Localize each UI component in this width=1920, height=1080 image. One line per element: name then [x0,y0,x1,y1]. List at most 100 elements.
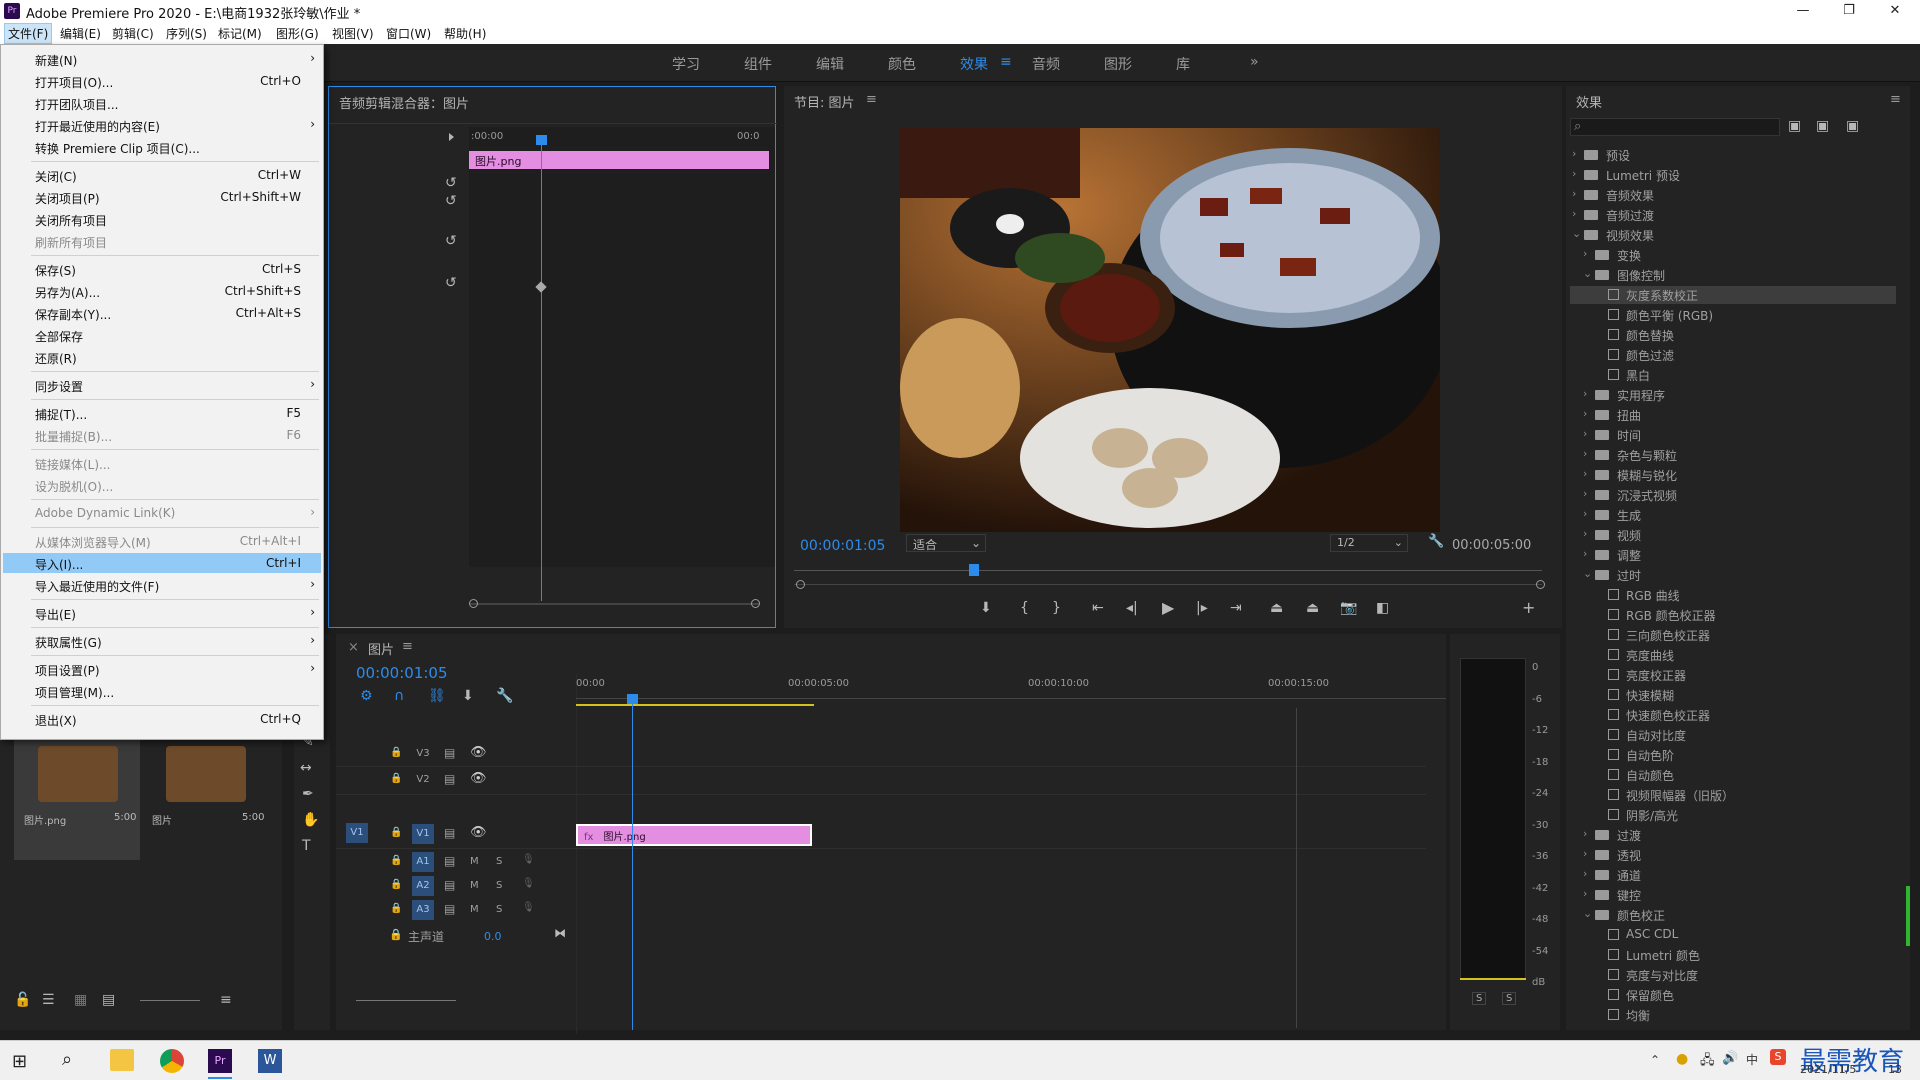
effects-folder[interactable]: › 过渡 [1570,826,1896,844]
sync-lock-icon[interactable]: ▤ [444,746,455,760]
effects-folder[interactable]: › 音频过渡 [1570,206,1896,224]
effects-folder[interactable]: › 时间 [1570,426,1896,444]
network-icon[interactable]: 🖧 [1700,1051,1715,1073]
effects-folder[interactable]: ⌄ 视频效果 [1570,226,1896,244]
menu-item[interactable]: 视图(V) [332,25,374,42]
pen-tool-icon[interactable]: ✒ [302,786,314,802]
effect-item[interactable]: 黑白 [1570,366,1896,384]
video-clip[interactable]: fx 图片.png [576,824,812,846]
effect-item[interactable]: 亮度与对比度 [1570,966,1896,984]
file-menu-item[interactable]: 保存(S) Ctrl+S [3,259,321,279]
track-target[interactable]: A1 [412,852,434,872]
step-back-icon[interactable]: ◂| [1126,600,1138,616]
file-menu-item[interactable]: 打开最近使用的内容(E) › [3,115,321,135]
chevron-right-icon[interactable]: › [1572,187,1576,200]
program-playhead[interactable] [969,564,979,576]
horizontal-zoom-bar[interactable] [356,1000,456,1001]
snap-icon[interactable]: ∩ [394,688,404,704]
chevron-right-icon[interactable]: › [1583,407,1587,420]
source-clip[interactable]: 图片.png [469,151,769,169]
sort-icon[interactable]: ≡ [220,992,232,1008]
file-menu-item[interactable]: 另存为(A)... Ctrl+Shift+S [3,281,321,301]
effect-item[interactable]: 亮度校正器 [1570,666,1896,684]
file-menu-item[interactable]: 捕捉(T)... F5 [3,403,321,423]
maximize-icon[interactable]: ❐ [1826,0,1872,22]
chevron-down-icon[interactable]: ⌄ [1583,267,1592,280]
file-menu-item[interactable]: 同步设置 › [3,375,321,395]
chevron-right-icon[interactable]: › [1583,427,1587,440]
menu-item[interactable]: 帮助(H) [444,25,486,42]
effect-item[interactable]: 颜色平衡 (RGB) [1570,306,1896,324]
effect-item[interactable]: 灰度系数校正 [1570,286,1896,304]
chevron-right-icon[interactable]: › [1583,467,1587,480]
track-lock-icon[interactable]: 🔒 [390,773,402,784]
play-arrow-icon[interactable] [449,133,454,141]
project-item[interactable]: 图片.png 5:00 [14,740,140,860]
effects-folder[interactable]: › 变换 [1570,246,1896,264]
program-zoom-bar[interactable] [794,584,1542,585]
chevron-right-icon[interactable]: › [1572,147,1576,160]
notification-count[interactable]: 13 [1888,1063,1902,1076]
slip-tool-icon[interactable]: ↔ [300,760,312,776]
zoom-handle[interactable] [1536,580,1545,589]
add-marker-icon[interactable]: ⬇ [462,688,474,704]
chevron-down-icon[interactable]: ⌄ [1572,227,1581,240]
workspace-tab[interactable]: 学习 [672,54,700,74]
file-menu-item[interactable]: 打开团队项目... [3,93,321,113]
track-target[interactable]: V1 [412,824,434,844]
workspace-menu-icon[interactable]: ≡ [1000,54,1012,70]
resolution-dropdown[interactable]: 1/2 ⌄ [1330,534,1408,552]
effects-folder[interactable]: ⌄ 图像控制 [1570,266,1896,284]
effect-item[interactable]: 保留颜色 [1570,986,1896,1004]
freeform-view-icon[interactable]: ▤ [102,992,115,1008]
go-to-end-icon[interactable]: ⧓ [554,926,566,940]
menu-item[interactable]: 序列(S) [166,25,207,42]
effect-item[interactable]: 自动对比度 [1570,726,1896,744]
program-ruler[interactable] [794,570,1542,571]
track-target[interactable]: V3 [412,748,434,759]
workspace-tab[interactable]: 组件 [744,54,772,74]
effects-folder[interactable]: › 通道 [1570,866,1896,884]
vertical-scrollbar[interactable] [1296,708,1297,1028]
scroll-handle[interactable] [751,599,760,608]
icon-view-icon[interactable]: ▦ [74,992,87,1008]
effect-item[interactable]: RGB 颜色校正器 [1570,606,1896,624]
menu-item[interactable]: 编辑(E) [60,25,101,42]
effects-folder[interactable]: › 沉浸式视频 [1570,486,1896,504]
effects-folder[interactable]: › 音频效果 [1570,186,1896,204]
tray-app-icon[interactable]: ● [1676,1051,1688,1067]
project-item[interactable]: 图片 5:00 [146,740,266,860]
file-menu-item[interactable]: 打开项目(O)... Ctrl+O [3,71,321,91]
sync-lock-icon[interactable]: ▤ [444,878,455,892]
premiere-taskbar-icon[interactable]: Pr [208,1049,232,1073]
track-target[interactable]: A2 [412,876,434,896]
mark-in-icon[interactable]: { [1020,600,1029,616]
file-menu-item[interactable]: 导出(E) › [3,603,321,623]
work-area-bar[interactable] [576,704,814,706]
microphone-icon[interactable]: 🎙 [522,854,535,865]
search-icon[interactable]: ⌕ [62,1049,72,1070]
microphone-icon[interactable]: 🎙 [522,902,535,913]
source-playhead[interactable] [536,135,547,145]
menu-item[interactable]: 文件(F) [4,23,53,44]
chevron-right-icon[interactable]: › [1583,387,1587,400]
effects-folder[interactable]: › 模糊与锐化 [1570,466,1896,484]
type-tool-icon[interactable]: T [302,838,311,854]
close-tab-icon[interactable]: × [348,640,359,655]
effect-item[interactable]: Lumetri 颜色 [1570,946,1896,964]
mute-button[interactable]: M [470,904,479,915]
master-lock-icon[interactable]: 🔒 [389,928,403,941]
sync-lock-icon[interactable]: ▤ [444,854,455,868]
add-marker-icon[interactable]: ⬇ [980,600,992,616]
workspace-tab[interactable]: 效果 [960,54,988,74]
effect-item[interactable]: 快速模糊 [1570,686,1896,704]
extract-icon[interactable]: ⏏ [1306,600,1319,616]
file-menu-item[interactable]: 新建(N) › [3,49,321,69]
chevron-down-icon[interactable]: ⌄ [1583,567,1592,580]
solo-right-button[interactable]: S [1502,992,1517,1005]
track-target[interactable]: A3 [412,900,434,920]
export-frame-icon[interactable]: 📷 [1340,600,1357,616]
effects-folder[interactable]: › Lumetri 预设 [1570,166,1896,184]
file-menu-item[interactable]: 导入(I)... Ctrl+I [3,553,321,573]
effect-item[interactable]: 自动色阶 [1570,746,1896,764]
